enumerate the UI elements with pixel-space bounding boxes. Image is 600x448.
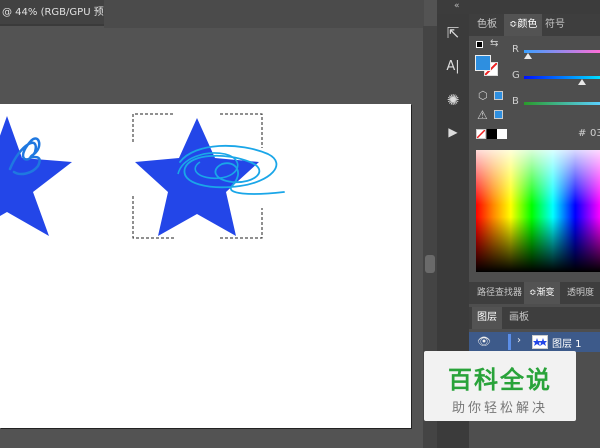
channel-r-thumb[interactable] bbox=[524, 53, 532, 59]
tab-gradient-label: 渐变 bbox=[536, 288, 555, 298]
watermark-title: 百科全说 bbox=[448, 366, 552, 394]
tab-bar-empty bbox=[104, 0, 424, 28]
none-swatch[interactable] bbox=[476, 129, 486, 139]
artboard[interactable] bbox=[0, 104, 411, 428]
channel-r-label: R bbox=[512, 44, 519, 55]
none-slash-small-icon bbox=[477, 130, 485, 138]
hex-input[interactable]: 03 bbox=[590, 128, 600, 139]
tab-gradient[interactable]: ≎渐变 bbox=[524, 282, 560, 304]
star-right[interactable] bbox=[135, 118, 259, 236]
document-tab[interactable]: @ 44% (RGB/GPU 预览) bbox=[0, 0, 104, 26]
layer-thumbnail bbox=[532, 335, 548, 349]
tab-pathfinder[interactable]: 路径查找器 bbox=[472, 282, 527, 304]
color-spectrum[interactable] bbox=[476, 150, 600, 272]
appearance-icon[interactable]: ✺ bbox=[440, 87, 466, 113]
fill-swatch[interactable] bbox=[475, 55, 491, 71]
tab-transparency[interactable]: 透明度 bbox=[562, 282, 599, 304]
tab-swatches[interactable]: 色板 bbox=[472, 14, 502, 36]
layer-name[interactable]: 图层 1 bbox=[552, 335, 582, 350]
eye-icon[interactable]: 👁 bbox=[477, 335, 491, 348]
chevron-right-icon[interactable]: › bbox=[517, 335, 521, 346]
channel-r-slider[interactable] bbox=[524, 50, 600, 53]
channel-g-slider[interactable] bbox=[524, 76, 600, 79]
artwork bbox=[0, 113, 285, 239]
character-icon[interactable]: A| bbox=[440, 53, 466, 79]
black-swatch[interactable] bbox=[487, 129, 497, 139]
white-swatch[interactable] bbox=[497, 129, 507, 139]
play-icon[interactable]: ▶ bbox=[440, 119, 466, 145]
gamut-swatch[interactable] bbox=[494, 110, 503, 119]
star-left[interactable] bbox=[0, 116, 72, 236]
tab-arrows-icon: ≎ bbox=[529, 288, 537, 298]
cube-icon[interactable]: ⬡ bbox=[478, 89, 488, 102]
channel-b-label: B bbox=[512, 96, 519, 107]
panel-collapse-bar[interactable] bbox=[437, 0, 600, 14]
layer-color-bar bbox=[508, 334, 511, 350]
swap-colors-icon[interactable]: ⇆ bbox=[490, 38, 498, 49]
collapse-icon[interactable]: « bbox=[454, 1, 460, 11]
tab-symbols[interactable]: 符号 bbox=[540, 14, 570, 36]
scrollbar-thumb[interactable] bbox=[425, 255, 435, 273]
hex-label: # bbox=[578, 128, 587, 139]
tab-artboards[interactable]: 画板 bbox=[504, 307, 534, 329]
channel-g-thumb[interactable] bbox=[578, 79, 586, 85]
tab-color-label: 颜色 bbox=[517, 19, 538, 30]
tab-layers[interactable]: 图层 bbox=[472, 307, 502, 329]
web-safe-swatch[interactable] bbox=[494, 91, 503, 100]
layer-thumb-stars bbox=[533, 338, 547, 346]
export-icon[interactable]: ⇱ bbox=[440, 20, 466, 46]
tab-color[interactable]: ≎颜色 bbox=[504, 14, 543, 36]
default-colors-icon[interactable] bbox=[476, 41, 483, 48]
channel-b-slider[interactable] bbox=[524, 102, 600, 105]
channel-g-label: G bbox=[512, 70, 520, 81]
watermark-subtitle: 助你轻松解决 bbox=[451, 401, 548, 416]
warning-icon[interactable]: ⚠ bbox=[477, 108, 488, 122]
